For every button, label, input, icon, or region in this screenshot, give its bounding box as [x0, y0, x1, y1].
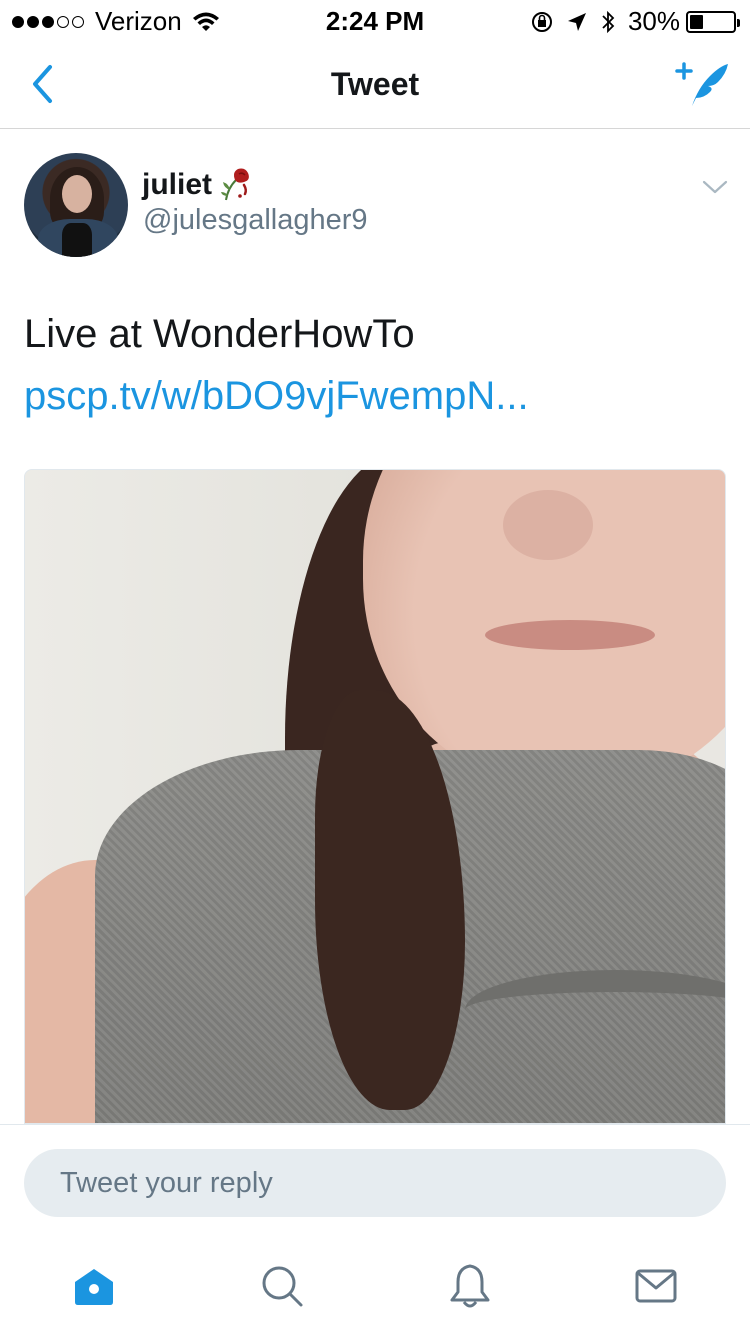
- wilted-rose-icon: [221, 168, 249, 201]
- user-handle[interactable]: @julesgallagher9: [143, 204, 368, 237]
- nav-bar: Tweet: [0, 40, 750, 129]
- battery-fill: [690, 14, 703, 29]
- media-mouth: [485, 620, 655, 650]
- tab-messages[interactable]: [632, 1262, 680, 1310]
- tweet-options-button[interactable]: [700, 172, 730, 202]
- bluetooth-icon: [602, 10, 615, 33]
- display-name[interactable]: juliet: [142, 166, 256, 204]
- status-bar: Verizon 2:24 PM 30%: [0, 0, 750, 40]
- display-name-text: juliet: [142, 168, 213, 201]
- battery-percent: 30%: [627, 6, 680, 36]
- wifi-icon: [192, 12, 219, 31]
- avatar-face: [62, 175, 92, 213]
- back-button[interactable]: [22, 62, 62, 106]
- reply-bar: Tweet your reply: [0, 1124, 750, 1234]
- status-left: Verizon: [12, 6, 220, 37]
- tweet-detail-screen: Verizon 2:24 PM 30% Tweet juliet @julesg…: [0, 0, 750, 1334]
- signal-strength-icon: [12, 15, 87, 28]
- carrier-label: Verizon: [95, 6, 182, 36]
- page-title: Tweet: [330, 66, 420, 102]
- chevron-left-icon: [33, 65, 52, 103]
- location-arrow-icon: [567, 12, 586, 31]
- chevron-down-icon: [702, 180, 728, 194]
- compose-tweet-icon: [675, 62, 728, 106]
- status-right: 30%: [530, 6, 740, 37]
- avatar[interactable]: [24, 153, 128, 257]
- tab-bar: [0, 1234, 750, 1334]
- tab-home[interactable]: [70, 1262, 118, 1310]
- tweet-body: Live at WonderHowTo: [24, 312, 415, 356]
- tab-search[interactable]: [258, 1262, 306, 1310]
- battery-icon: [686, 10, 740, 33]
- reply-input[interactable]: Tweet your reply: [24, 1149, 726, 1217]
- live-video-preview[interactable]: [24, 469, 726, 1124]
- signal-dot: [72, 15, 84, 28]
- media-nose: [503, 490, 593, 560]
- home-icon: [75, 1269, 113, 1305]
- signal-dot: [57, 15, 69, 28]
- tweet-link[interactable]: pscp.tv/w/bDO9vjFwempN...: [24, 374, 529, 418]
- compose-tweet-button[interactable]: [674, 58, 730, 110]
- tweet-text: Live at WonderHowTo pscp.tv/w/bDO9vjFwem…: [24, 303, 724, 427]
- signal-dot: [12, 15, 24, 28]
- orientation-lock-icon: [531, 11, 552, 32]
- notifications-icon: [450, 1264, 490, 1308]
- signal-dot: [27, 15, 39, 28]
- avatar-shirt: [62, 223, 92, 257]
- search-icon: [262, 1266, 303, 1307]
- tab-notifications[interactable]: [446, 1262, 494, 1310]
- messages-icon: [635, 1269, 677, 1303]
- signal-dot: [42, 15, 54, 28]
